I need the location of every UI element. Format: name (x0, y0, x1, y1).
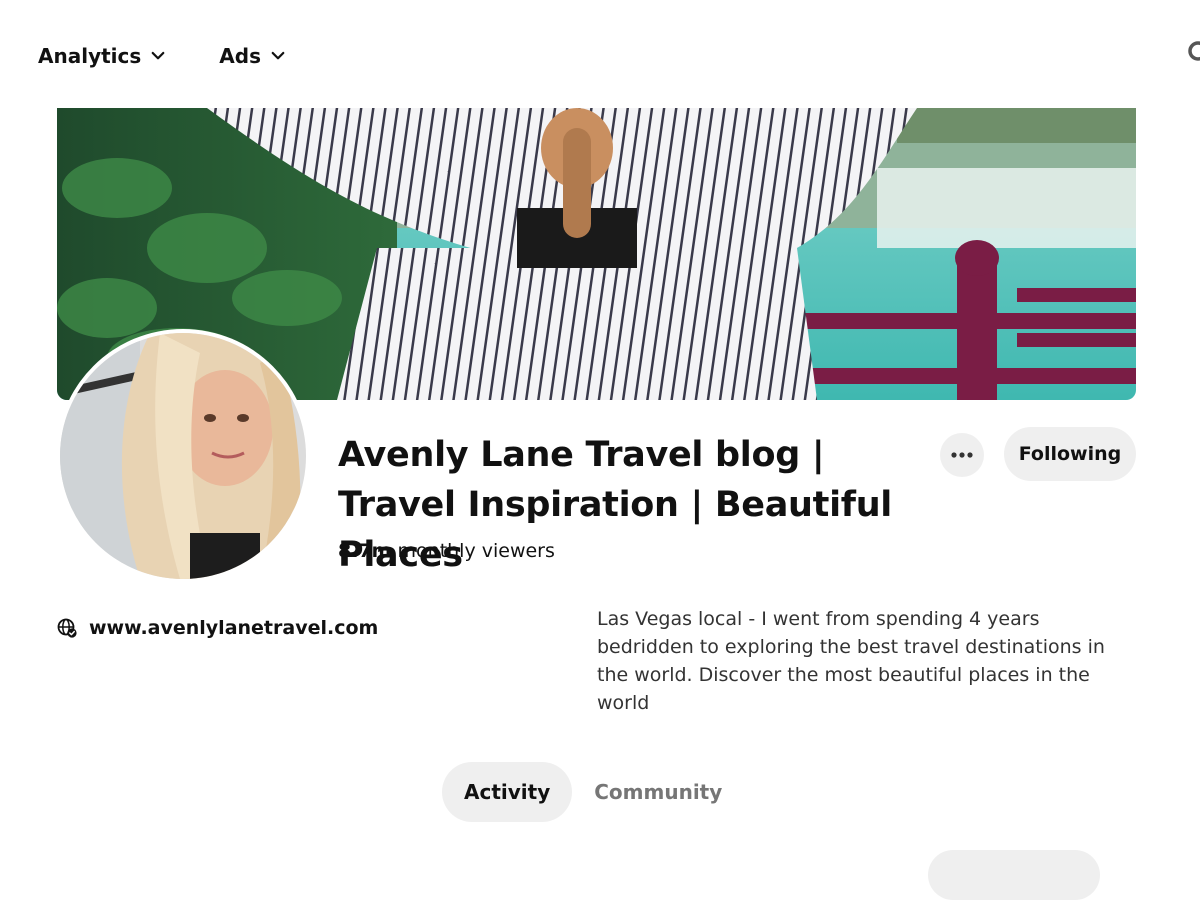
chevron-down-icon (151, 51, 165, 60)
partial-pill-button[interactable] (928, 850, 1100, 900)
following-button[interactable]: Following (1004, 427, 1136, 481)
chevron-down-icon (271, 51, 285, 60)
top-nav: Analytics Ads (38, 36, 287, 76)
website-url: www.avenlylanetravel.com (89, 617, 379, 639)
monthly-viewers: 8.7m monthly viewers (338, 540, 555, 562)
website-link[interactable]: www.avenlylanetravel.com (57, 617, 378, 639)
verified-globe-icon (57, 618, 77, 638)
profile-tabs: Activity Community (442, 762, 722, 822)
viewers-label: monthly viewers (397, 540, 555, 562)
analytics-menu[interactable]: Analytics (38, 44, 167, 68)
tab-activity[interactable]: Activity (442, 762, 573, 822)
ads-menu[interactable]: Ads (219, 44, 287, 68)
ads-label: Ads (219, 44, 261, 68)
analytics-label: Analytics (38, 44, 142, 68)
avatar-photo (60, 333, 306, 579)
tab-community[interactable]: Community (594, 780, 722, 804)
search-icon[interactable] (1186, 38, 1200, 68)
more-options-button[interactable] (940, 433, 984, 477)
more-options-icon (951, 452, 973, 458)
profile-avatar[interactable] (56, 329, 310, 583)
profile-bio: Las Vegas local - I went from spending 4… (597, 608, 1105, 714)
viewers-count: 8.7m (338, 540, 392, 562)
